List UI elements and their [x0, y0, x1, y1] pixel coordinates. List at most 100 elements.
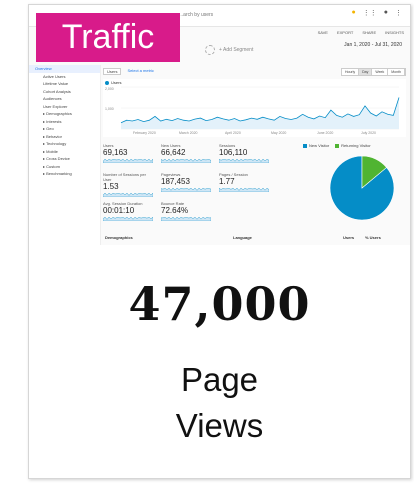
sparkline-path [103, 192, 153, 197]
metric-tile[interactable]: New Users 66,642 [161, 143, 213, 163]
granularity-month[interactable]: Month [388, 69, 405, 75]
metric-sparkline [103, 158, 153, 163]
notifications-icon[interactable]: ● [352, 9, 356, 17]
legend-returning-visitor-label: Returning Visitor [341, 143, 371, 148]
sidebar-item[interactable]: Cohort Analysis [29, 88, 100, 96]
sparkline-path [103, 216, 153, 221]
pie-legend: New Visitor Returning Visitor [303, 143, 371, 148]
sidebar-item[interactable]: ▸ Demographics [29, 110, 100, 118]
metric-tile[interactable]: Pages / Session 1.77 [219, 172, 271, 192]
page-views-label: Page Views [29, 357, 410, 449]
series-area [121, 97, 399, 129]
table-header-users: Users [343, 235, 355, 240]
x-tick-label: February 2020 [133, 131, 156, 135]
line-chart-svg [120, 86, 400, 130]
sidebar-item[interactable]: Overview [29, 65, 100, 73]
metric-tile[interactable]: Avg. Session Duration 00:01:10 [103, 201, 155, 221]
metric-value: 72.64% [161, 206, 189, 215]
metric-sparkline [219, 187, 269, 192]
sidebar-item[interactable]: ▸ Cross Device [29, 155, 100, 163]
x-tick-label: May 2020 [271, 131, 287, 135]
metric-sparkline [161, 187, 211, 192]
legend-new-visitor-label: New Visitor [309, 143, 330, 148]
traffic-card: ...arch by users ● ⋮⋮ ● ⋮ SAVE EXPORT SH… [28, 4, 411, 479]
insights-button[interactable]: INSIGHTS [385, 30, 404, 35]
metric-tile[interactable]: Number of Sessions per User 1.53 [103, 172, 155, 197]
date-range-picker[interactable]: Jan 1, 2020 - Jul 31, 2020 [344, 42, 402, 48]
sparkline-path [219, 187, 269, 192]
granularity-week[interactable]: Week [372, 69, 389, 75]
report-actions: SAVE EXPORT SHARE INSIGHTS [318, 30, 404, 35]
metric-controls: Users Select a metric [103, 68, 154, 75]
metric-sparkline [103, 192, 153, 197]
select-metric-link[interactable]: Select a metric [127, 68, 153, 75]
sidebar-item[interactable]: ▸ Custom [29, 163, 100, 171]
table-header-language: Language [233, 235, 252, 240]
sidebar: AudienceOverviewActive UsersLifetime Val… [29, 65, 129, 245]
table-header-pct-users: % Users [365, 235, 381, 240]
legend-swatch [303, 143, 307, 148]
add-segment[interactable]: + Add Segment [205, 45, 253, 55]
metric-tile[interactable]: Pageviews 187,453 [161, 172, 213, 192]
metric-value: 187,453 [161, 177, 190, 186]
sidebar-item[interactable]: ▸ Geo [29, 125, 100, 133]
sparkline-path [103, 158, 153, 163]
sidebar-item[interactable]: User Explorer [29, 103, 100, 111]
segment-circle-icon [205, 45, 215, 55]
save-button[interactable]: SAVE [318, 30, 328, 35]
page-views-label-line1: Page [180, 361, 259, 398]
apps-icon[interactable]: ⋮⋮ [363, 9, 377, 17]
metric-tile[interactable]: Sessions 106,110 [219, 143, 271, 163]
share-button[interactable]: SHARE [362, 30, 376, 35]
metric-value: 1.53 [103, 182, 119, 191]
legend-swatch [335, 143, 340, 148]
legend-new-visitor: New Visitor [303, 143, 329, 148]
help-icon[interactable]: ● [384, 9, 388, 17]
sparkline-path [161, 216, 211, 221]
sidebar-item[interactable]: ▸ Technology [29, 140, 100, 148]
metric-sparkline [219, 158, 269, 163]
x-tick-label: June 2020 [317, 131, 334, 135]
metric-value: 66,642 [161, 148, 186, 157]
sidebar-item[interactable]: ▸ Interests [29, 118, 100, 126]
export-button[interactable]: EXPORT [337, 30, 353, 35]
metric-selector[interactable]: Users [103, 68, 122, 75]
sidebar-item[interactable]: Audiences [29, 95, 100, 103]
x-tick-label: April 2020 [225, 131, 241, 135]
users-line-chart: Users 2,000 1,000 February 2020 March 20… [103, 79, 406, 137]
metric-label: Number of Sessions per User [103, 172, 146, 182]
metric-sparkline [103, 216, 153, 221]
table-header-demographics: Demographics [105, 235, 133, 240]
page-views-label-line2: Views [175, 407, 264, 444]
sparkline-path [161, 158, 211, 163]
metric-sparkline [161, 216, 211, 221]
sidebar-item[interactable]: Active Users [29, 73, 100, 81]
traffic-badge: Traffic [36, 13, 180, 62]
granularity-day[interactable]: Day [359, 69, 373, 75]
more-icon[interactable]: ⋮ [395, 9, 402, 17]
sidebar-item[interactable]: Lifetime Value [29, 80, 100, 88]
metric-sparkline [161, 158, 211, 163]
sparkline-path [161, 187, 211, 192]
metric-value: 00:01:10 [103, 206, 135, 215]
metric-value: 106,110 [219, 148, 248, 157]
page-views-value: 47,000 [128, 277, 311, 331]
sidebar-item[interactable]: ▸ Mobile [29, 148, 100, 156]
search-input[interactable]: ...arch by users [179, 9, 299, 22]
x-tick-label: March 2020 [179, 131, 198, 135]
granularity-hourly[interactable]: Hourly [342, 69, 360, 75]
sidebar-item[interactable]: ▸ Benchmarking [29, 170, 100, 178]
x-tick-label: July 2020 [361, 131, 376, 135]
sidebar-item[interactable]: ▸ Behavior [29, 133, 100, 141]
metric-tile[interactable]: Bounce Rate 72.64% [161, 201, 213, 221]
sparkline-path [219, 158, 269, 163]
metric-tile[interactable]: Users 69,163 [103, 143, 155, 163]
granularity-toggle: Hourly Day Week Month [341, 68, 406, 76]
metric-value: 1.77 [219, 177, 235, 186]
add-segment-label: + Add Segment [219, 47, 254, 53]
overview-main: Users Select a metric Hourly Day Week Mo… [103, 65, 406, 245]
visitor-pie-chart [329, 155, 395, 221]
top-icons: ● ⋮⋮ ● ⋮ [352, 9, 402, 17]
legend-returning-visitor: Returning Visitor [335, 143, 371, 148]
metric-value: 69,163 [103, 148, 128, 157]
